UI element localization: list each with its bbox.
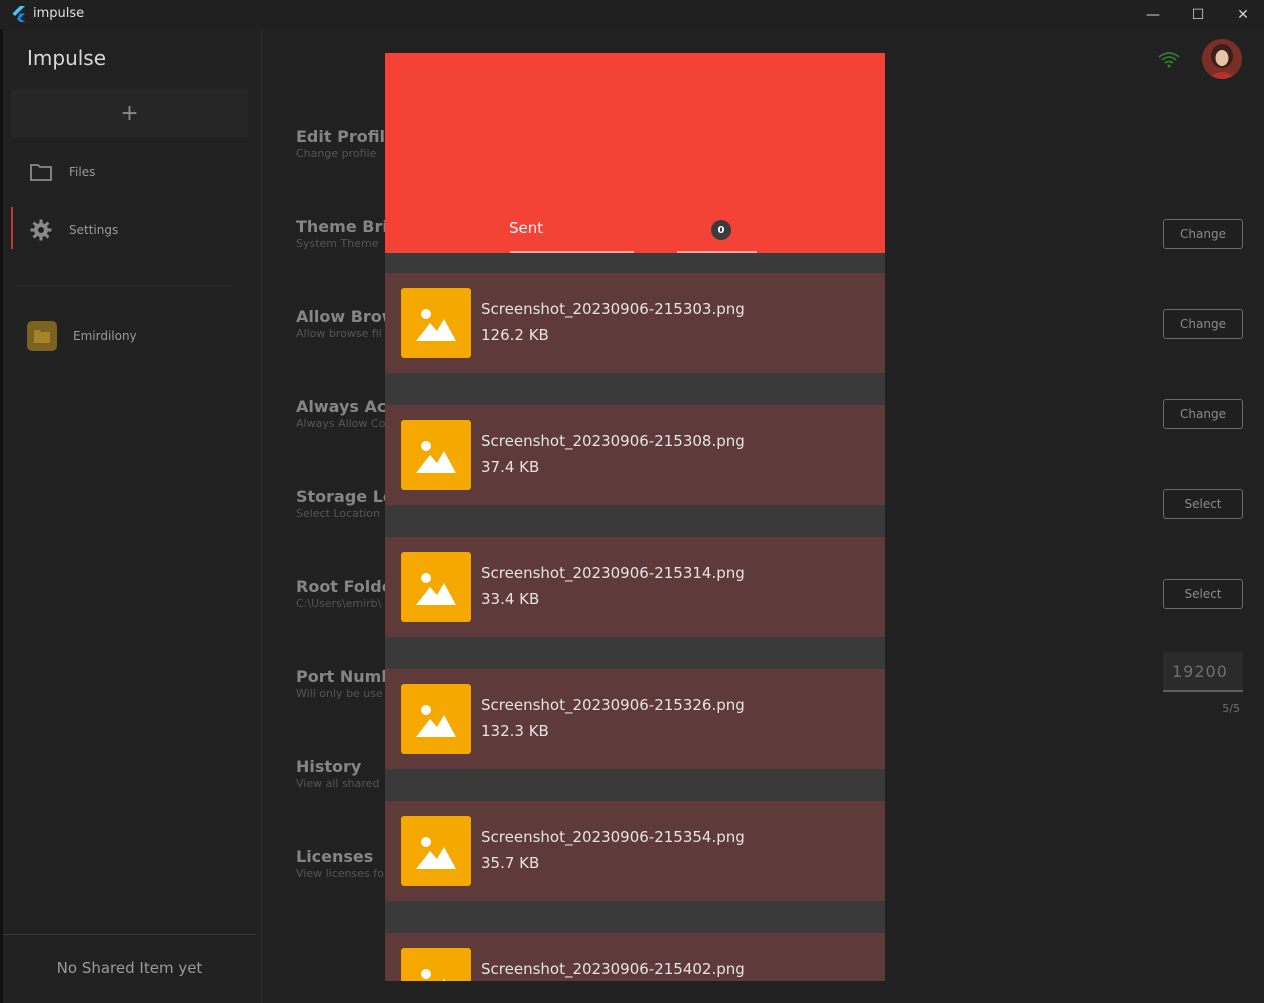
minimize-button[interactable]: — [1130,0,1176,29]
bottom-divider [3,934,256,935]
setting-title: History [296,757,362,776]
app-window: impulse — ☐ ✕ Impulse + Files Settings E… [0,0,1264,1003]
setting-title: Theme Brig [296,217,400,236]
folder-icon [34,330,50,343]
file-list-item[interactable]: Screenshot_20230906-215326.png 132.3 KB [385,669,885,769]
root-folder-select-button[interactable]: Select [1163,579,1243,609]
accept-change-button[interactable]: Change [1163,399,1243,429]
setting-title: Always Acce [296,397,407,416]
avatar[interactable] [1202,39,1242,79]
image-file-icon [401,684,471,754]
count-badge: 0 [711,220,731,240]
sidebar-item-files[interactable]: Files [11,147,251,197]
file-list-item[interactable]: Screenshot_20230906-215303.png 126.2 KB [385,273,885,373]
setting-storage-location: Storage Loc Select Location [296,487,404,520]
file-list-item[interactable]: Screenshot_20230906-215308.png 37.4 KB [385,405,885,505]
file-size: 126.2 KB [481,326,549,344]
setting-port-number: Port Numbe Will only be use [296,667,404,700]
file-size: 132.3 KB [481,722,549,740]
image-file-icon [401,288,471,358]
setting-subtitle: C:\Users\emirb\ [296,597,382,610]
setting-subtitle: Always Allow Co [296,417,386,430]
user-avatar-icon [1202,39,1242,79]
flutter-logo-icon [12,6,25,22]
setting-subtitle: View all shared [296,777,380,790]
setting-allow-browse: Allow Brows Allow browse fil [296,307,407,340]
file-list-item[interactable]: Screenshot_20230906-215314.png 33.4 KB [385,537,885,637]
browse-change-button[interactable]: Change [1163,309,1243,339]
window-title: impulse [33,6,85,21]
close-button[interactable]: ✕ [1220,0,1264,29]
file-size: 33.4 KB [481,590,540,608]
file-name: Screenshot_20230906-215354.png [481,828,745,846]
folder-name: Emirdilony [73,329,137,343]
setting-title: Storage Loc [296,487,404,506]
panel-header: Sent 0 [385,53,885,253]
setting-theme: Theme Brig System Theme [296,217,400,250]
tab-sent[interactable]: Sent [509,219,639,237]
image-file-icon [401,552,471,622]
file-name: Screenshot_20230906-215402.png [481,960,745,978]
setting-subtitle: System Theme [296,237,379,250]
setting-title: Allow Brows [296,307,407,326]
setting-subtitle: Allow browse fil [296,327,382,340]
setting-root-folder: Root Folder C:\Users\emirb\ [296,577,401,610]
image-file-icon [401,948,471,981]
sidebar: Impulse + Files Settings Emirdilony No S… [3,29,262,1003]
setting-title: Licenses [296,847,374,866]
wifi-icon [1158,52,1180,68]
port-char-counter: 5/5 [1222,702,1240,715]
file-name: Screenshot_20230906-215326.png [481,696,745,714]
setting-title: Edit Profile [296,127,396,146]
setting-history[interactable]: History View all shared [296,757,396,790]
tab-indicator [510,251,634,253]
setting-subtitle: Select Location [296,507,380,520]
sidebar-item-settings[interactable]: Settings [11,205,251,255]
tab-indicator [677,251,757,253]
setting-always-accept: Always Acce Always Allow Co [296,397,407,430]
title-bar: impulse — ☐ ✕ [0,0,1264,29]
setting-subtitle: Will only be use [296,687,383,700]
sent-files-panel: Sent 0 Screenshot_20230906-215303.png 12… [385,53,885,981]
shared-folder-item[interactable]: Emirdilony [27,321,247,351]
setting-edit-profile[interactable]: Edit Profile Change profile [296,127,396,160]
setting-licenses[interactable]: Licenses View licenses fo [296,847,396,880]
file-size: 37.4 KB [481,458,540,476]
file-list-item[interactable]: Screenshot_20230906-215402.png [385,933,885,981]
setting-subtitle: View licenses fo [296,867,384,880]
setting-title: Root Folder [296,577,401,596]
brand-title: Impulse [27,46,107,70]
folder-badge-icon [27,321,57,351]
storage-select-button[interactable]: Select [1163,489,1243,519]
no-shared-text: No Shared Item yet [56,959,203,977]
sidebar-item-label: Files [69,165,96,179]
setting-title: Port Numbe [296,667,404,686]
file-list-item[interactable]: Screenshot_20230906-215354.png 35.7 KB [385,801,885,901]
folder-icon [30,164,52,181]
sidebar-item-label: Settings [69,223,119,237]
gear-icon [30,219,52,241]
file-name: Screenshot_20230906-215314.png [481,564,745,582]
file-name: Screenshot_20230906-215303.png [481,300,745,318]
port-input[interactable]: 19200 [1163,652,1243,692]
maximize-button[interactable]: ☐ [1175,0,1221,29]
add-button[interactable]: + [11,89,248,137]
image-file-icon [401,420,471,490]
setting-subtitle: Change profile [296,147,377,160]
image-file-icon [401,816,471,886]
sidebar-divider [15,285,233,286]
file-name: Screenshot_20230906-215308.png [481,432,745,450]
theme-change-button[interactable]: Change [1163,219,1243,249]
file-size: 35.7 KB [481,854,540,872]
